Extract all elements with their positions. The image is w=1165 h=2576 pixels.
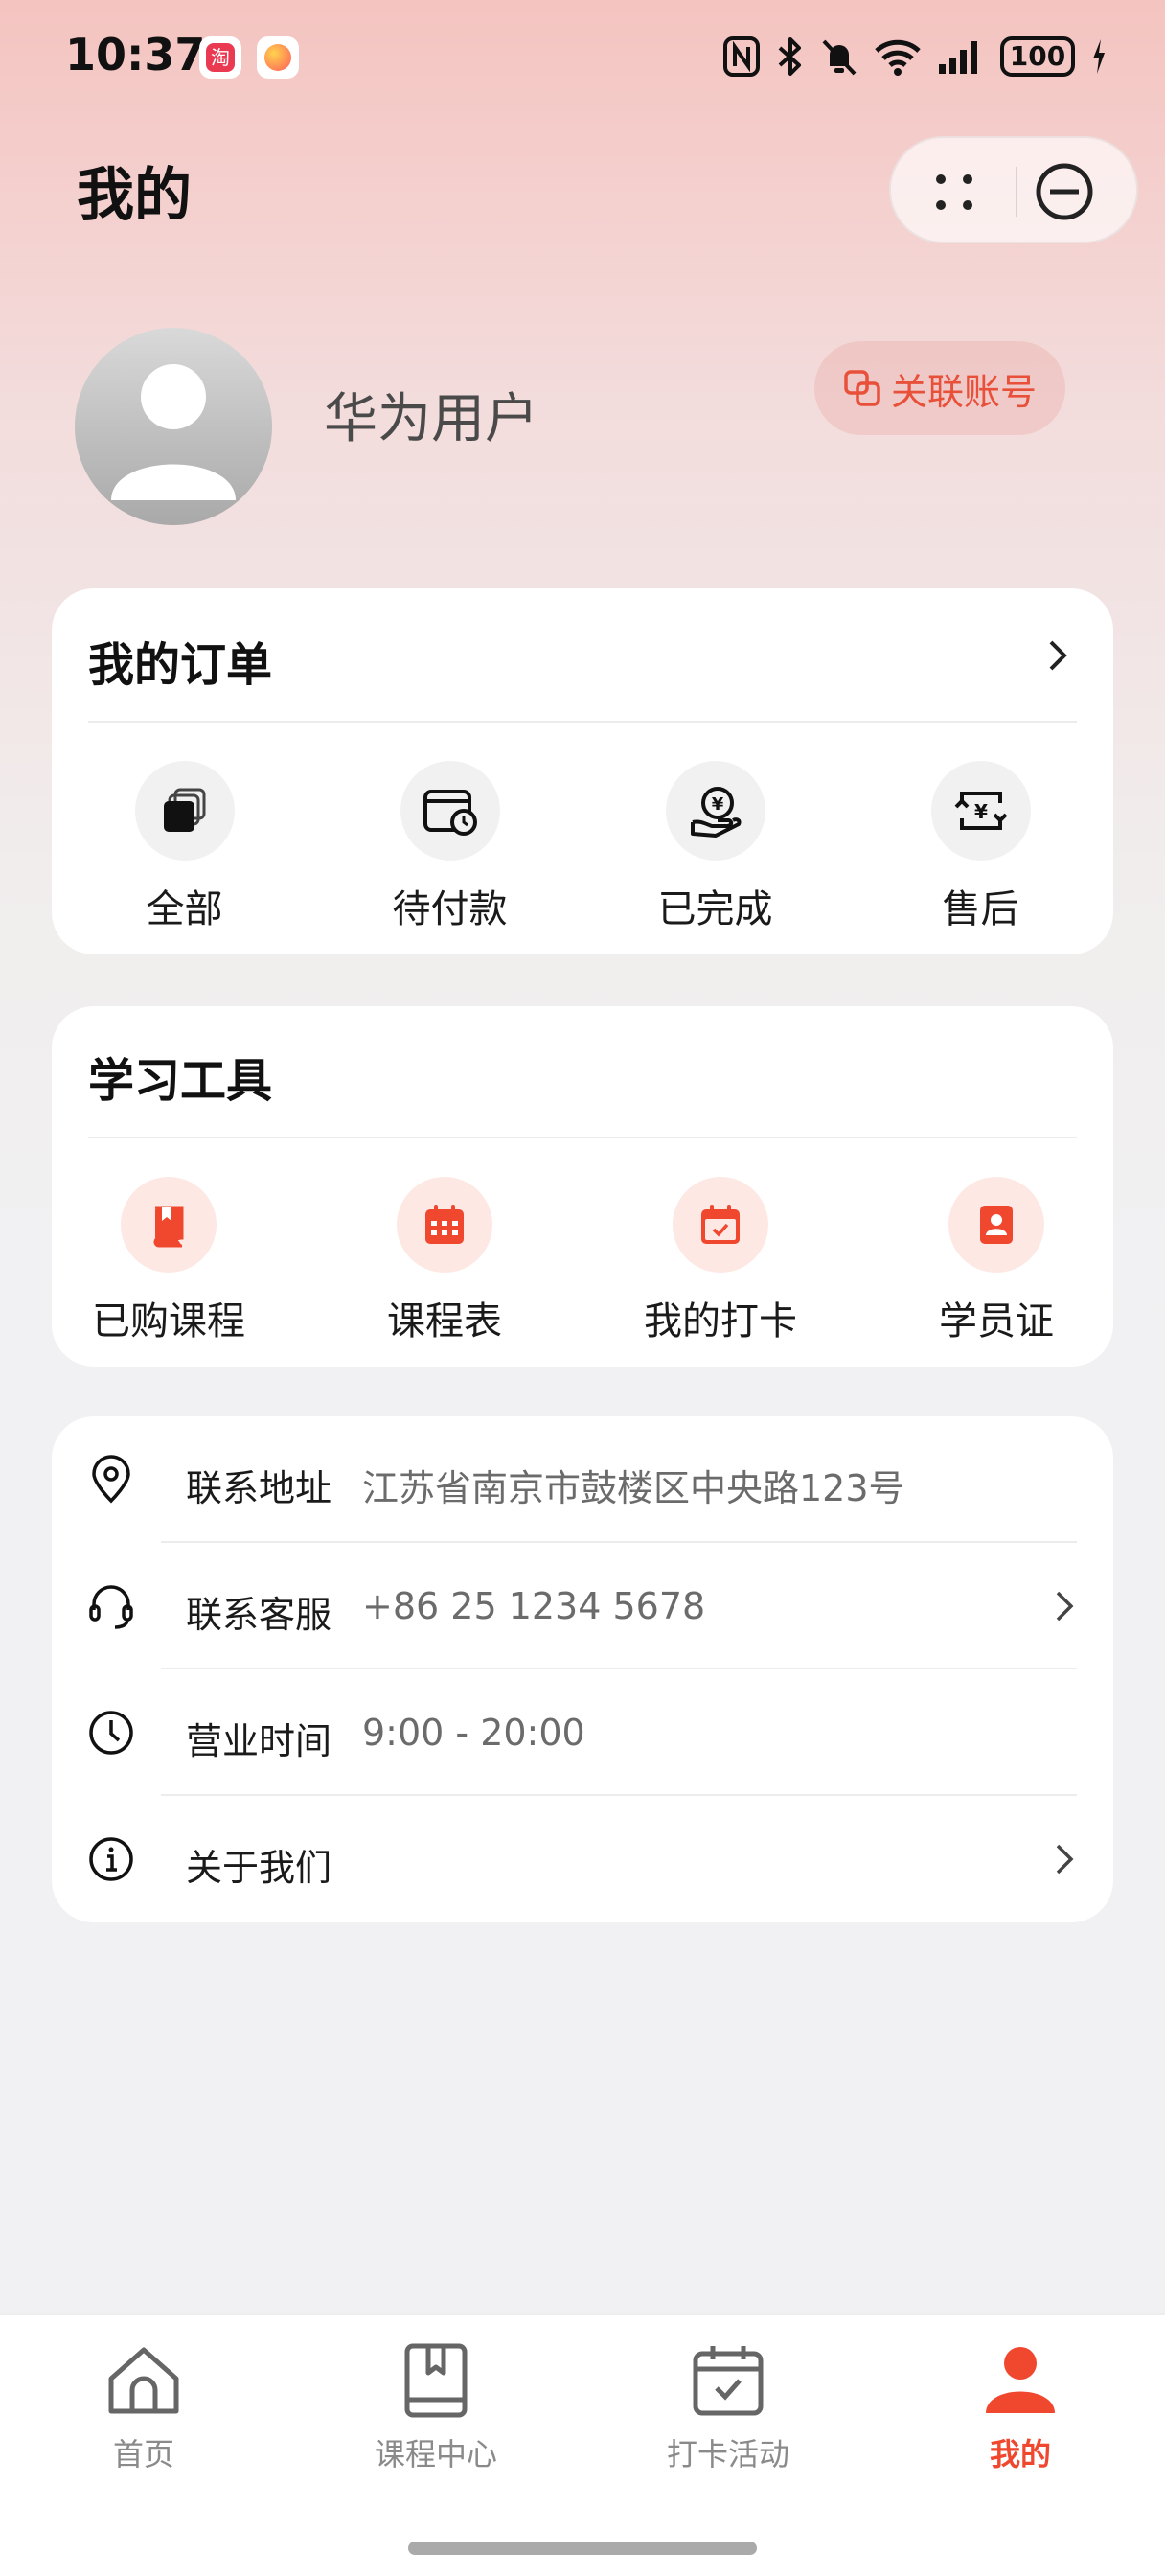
more-dots-icon [936,174,972,210]
order-item-aftersales[interactable]: ¥ 售后 [848,761,1113,933]
charging-icon [1093,39,1105,74]
orders-card: 我的订单 全部 待付款 ¥ 已完成 ¥ 售后 [52,588,1113,954]
chevron-right-icon[interactable] [1046,636,1069,675]
taobao-notification-icon: 淘 [199,36,241,79]
tool-item-label: 课程表 [387,1300,502,1344]
clock-icon [89,1711,133,1755]
business-hours-label: 营业时间 [186,1720,332,1762]
business-hours-value: 9:00 - 20:00 [362,1712,585,1754]
tab-label: 首页 [112,2436,174,2472]
chevron-right-icon [1056,1591,1074,1622]
nfc-icon [723,36,760,77]
order-item-all[interactable]: 全部 [52,761,317,933]
hand-coin-icon: ¥ [665,761,765,861]
customer-service-label: 联系客服 [186,1594,332,1636]
tool-item-schedule[interactable]: 课程表 [307,1177,582,1346]
about-us-row[interactable]: 关于我们 [52,1796,1113,1922]
bluetooth-icon [778,37,801,76]
order-item-label: 已完成 [657,887,773,932]
status-bar: 10:37 淘 100 [0,0,1165,115]
more-button[interactable] [891,138,1016,245]
link-account-label: 关联账号 [890,370,1037,413]
wallet-clock-icon [400,761,500,861]
svg-text:¥: ¥ [974,800,988,823]
user-name[interactable]: 华为用户 [324,376,538,453]
about-us-label: 关于我们 [186,1847,332,1889]
order-item-label: 售后 [942,887,1019,932]
signal-icon [939,41,977,74]
book-icon [121,1177,217,1273]
link-icon [844,370,880,406]
divider [88,721,1077,723]
tool-item-purchased-courses[interactable]: 已购课程 [31,1177,307,1346]
tools-grid: 已购课程 课程表 我的打卡 学员证 [31,1177,1134,1346]
default-avatar-icon [111,364,236,500]
tools-card: 学习工具 已购课程 课程表 我的打卡 学员证 [52,1006,1113,1367]
battery-indicator: 100 [1000,36,1075,77]
info-icon [89,1837,133,1881]
app-notification-icon [257,36,299,79]
course-book-icon [404,2343,468,2418]
order-item-pending[interactable]: 待付款 [317,761,582,933]
tab-checkin-activities[interactable]: 打卡活动 [623,2340,834,2494]
refund-icon: ¥ [930,761,1031,861]
tools-title: 学习工具 [88,1054,273,1108]
wifi-icon [875,39,921,76]
tab-course-center[interactable]: 课程中心 [331,2340,541,2494]
status-time: 10:37 [65,29,206,80]
info-card: 联系地址 江苏省南京市鼓楼区中央路123号 联系客服 +86 25 1234 5… [52,1416,1113,1922]
business-hours-row: 营业时间 9:00 - 20:00 [52,1669,1113,1796]
location-pin-icon [92,1455,130,1504]
tab-label: 我的 [989,2436,1051,2472]
orders-grid: 全部 待付款 ¥ 已完成 ¥ 售后 [52,761,1113,933]
id-card-icon [948,1177,1044,1273]
tab-home[interactable]: 首页 [38,2340,249,2494]
calendar-icon [397,1177,492,1273]
divider [88,1137,1077,1138]
headset-icon [89,1585,133,1629]
mute-icon [822,39,857,76]
customer-service-value: +86 25 1234 5678 [362,1585,706,1627]
home-icon [108,2347,179,2414]
tab-mine[interactable]: 我的 [915,2340,1126,2494]
chevron-right-icon [1056,1844,1074,1874]
mini-program-capsule [889,136,1138,243]
address-row[interactable]: 联系地址 江苏省南京市鼓楼区中央路123号 [52,1416,1113,1543]
taobao-notification-text: 淘 [206,43,235,72]
tool-item-label: 我的打卡 [644,1300,797,1344]
calendar-check-icon [693,2346,764,2416]
person-icon [986,2347,1055,2413]
tool-item-label: 学员证 [939,1300,1054,1344]
page-title: 我的 [77,162,192,229]
tab-label: 课程中心 [374,2436,497,2472]
tool-item-my-checkin[interactable]: 我的打卡 [582,1177,858,1346]
calendar-check-icon [673,1177,768,1273]
svg-text:¥: ¥ [711,794,723,815]
order-item-label: 待付款 [392,887,508,932]
all-orders-icon [134,761,235,861]
address-value: 江苏省南京市鼓楼区中央路123号 [362,1467,905,1509]
link-account-button[interactable]: 关联账号 [814,341,1065,435]
tab-label: 打卡活动 [666,2436,789,2472]
customer-service-row[interactable]: 联系客服 +86 25 1234 5678 [52,1543,1113,1669]
tool-item-label: 已购课程 [92,1300,245,1344]
address-label: 联系地址 [186,1467,332,1509]
close-button[interactable] [1017,138,1140,245]
order-item-completed[interactable]: ¥ 已完成 [582,761,848,933]
tool-item-student-id[interactable]: 学员证 [858,1177,1134,1346]
tab-bar: 首页 课程中心 打卡活动 我的 [0,2313,1165,2576]
minus-circle-icon [1036,163,1093,220]
home-indicator[interactable] [408,2542,757,2555]
avatar[interactable] [75,328,272,525]
orders-title: 我的订单 [88,638,273,692]
system-icons: 100 [722,33,1108,80]
order-item-label: 全部 [146,887,223,932]
